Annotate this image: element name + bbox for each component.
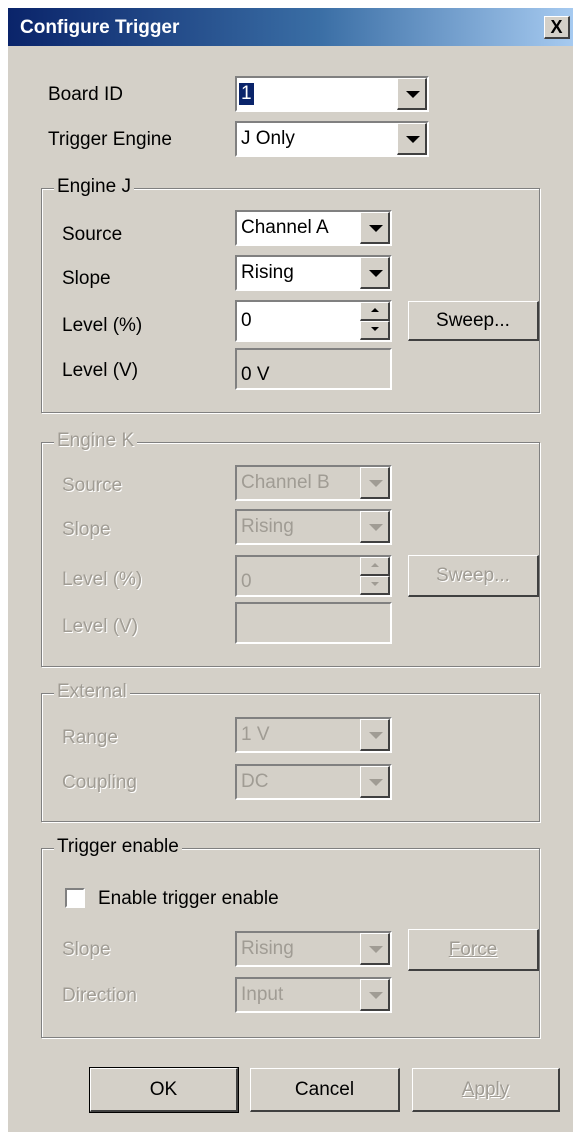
board-id-value: 1: [239, 83, 254, 105]
engine-k-title: Engine K: [54, 430, 138, 452]
configure-trigger-dialog: Configure Trigger X Board ID 1 Trigger E…: [8, 8, 573, 1132]
engine-j-source-value: Channel A: [241, 217, 329, 238]
chevron-down-icon[interactable]: [397, 78, 427, 110]
window-title: Configure Trigger: [20, 17, 180, 38]
engine-j-sweep-button[interactable]: Sweep...: [408, 301, 539, 341]
engine-k-source-label: Source: [62, 475, 123, 496]
chevron-down-icon[interactable]: [360, 766, 390, 798]
engine-j-level-v-label: Level (V): [62, 360, 139, 381]
external-coupling-label: Coupling: [62, 772, 137, 793]
trigger-engine-label: Trigger Engine: [48, 129, 172, 150]
engine-j-sweep-label: Sweep...: [436, 309, 510, 331]
external-range-value: 1 V: [241, 724, 270, 745]
external-range-label: Range: [62, 727, 118, 748]
engine-j-source-dropdown[interactable]: Channel A: [235, 210, 392, 246]
engine-j-title: Engine J: [54, 176, 134, 198]
engine-j-slope-dropdown[interactable]: Rising: [235, 255, 392, 291]
engine-k-sweep-button[interactable]: Sweep...: [408, 555, 539, 597]
ok-button[interactable]: OK: [89, 1067, 239, 1113]
external-range-dropdown[interactable]: 1 V: [235, 717, 392, 753]
engine-j-slope-value: Rising: [241, 262, 294, 283]
external-coupling-dropdown[interactable]: DC: [235, 764, 392, 800]
chevron-down-icon[interactable]: [397, 123, 427, 155]
board-id-dropdown[interactable]: 1: [235, 76, 429, 112]
engine-k-slope-value: Rising: [241, 516, 294, 537]
enable-trigger-checkbox-label[interactable]: Enable trigger enable: [98, 888, 279, 910]
spin-up-icon[interactable]: [360, 557, 390, 576]
chevron-down-icon[interactable]: [360, 719, 390, 751]
external-group: External: [41, 681, 540, 822]
engine-j-level-v-display: 0 V: [235, 348, 392, 390]
spin-up-icon[interactable]: [360, 302, 390, 321]
external-title: External: [54, 681, 130, 703]
engine-j-source-label: Source: [62, 224, 123, 245]
chevron-down-icon[interactable]: [360, 511, 390, 543]
engine-k-source-value: Channel B: [241, 472, 330, 493]
engine-j-slope-label: Slope: [62, 268, 111, 289]
title-bar[interactable]: Configure Trigger X: [8, 8, 573, 46]
close-button[interactable]: X: [544, 16, 570, 39]
chevron-down-icon[interactable]: [360, 933, 390, 965]
trigger-engine-value: J Only: [241, 128, 295, 149]
ok-button-label: OK: [149, 1078, 178, 1100]
engine-k-level-v-label: Level (V): [62, 616, 139, 637]
engine-k-sweep-label: Sweep...: [436, 564, 510, 586]
trigger-engine-dropdown[interactable]: J Only: [235, 121, 429, 157]
cancel-button-label: Cancel: [294, 1078, 355, 1100]
chevron-down-icon[interactable]: [360, 212, 390, 244]
board-id-label: Board ID: [48, 84, 123, 105]
trigger-enable-direction-value: Input: [241, 984, 284, 1005]
cancel-button[interactable]: Cancel: [250, 1068, 400, 1112]
engine-k-level-v-display: [235, 602, 392, 644]
engine-j-level-pct-value: 0: [241, 310, 252, 331]
chevron-down-icon[interactable]: [360, 467, 390, 499]
engine-j-level-pct-label: Level (%): [62, 315, 143, 336]
chevron-down-icon[interactable]: [360, 979, 390, 1011]
spin-down-icon[interactable]: [360, 576, 390, 595]
trigger-enable-slope-dropdown[interactable]: Rising: [235, 931, 392, 967]
engine-k-level-pct-input[interactable]: 0: [235, 555, 392, 597]
apply-button[interactable]: Apply: [412, 1068, 560, 1112]
engine-k-level-pct-label: Level (%): [62, 569, 143, 590]
chevron-down-icon[interactable]: [360, 257, 390, 289]
apply-button-label: Apply: [461, 1078, 510, 1100]
spin-down-icon[interactable]: [360, 321, 390, 340]
engine-j-level-spinner[interactable]: [360, 302, 390, 340]
trigger-enable-direction-dropdown[interactable]: Input: [235, 977, 392, 1013]
trigger-enable-direction-label: Direction: [62, 985, 137, 1006]
external-coupling-value: DC: [241, 771, 269, 792]
trigger-enable-slope-label: Slope: [62, 939, 111, 960]
engine-j-level-pct-input[interactable]: 0: [235, 300, 392, 342]
trigger-enable-title: Trigger enable: [54, 836, 182, 858]
enable-trigger-checkbox[interactable]: [65, 888, 85, 908]
engine-k-level-spinner[interactable]: [360, 557, 390, 595]
engine-k-level-pct-value: 0: [241, 571, 252, 592]
force-button[interactable]: Force: [408, 929, 539, 971]
engine-k-slope-dropdown[interactable]: Rising: [235, 509, 392, 545]
engine-j-level-v-value: 0 V: [241, 364, 270, 385]
engine-k-source-dropdown[interactable]: Channel B: [235, 465, 392, 501]
engine-k-slope-label: Slope: [62, 519, 111, 540]
trigger-enable-slope-value: Rising: [241, 938, 294, 959]
force-button-label: Force: [448, 938, 498, 960]
